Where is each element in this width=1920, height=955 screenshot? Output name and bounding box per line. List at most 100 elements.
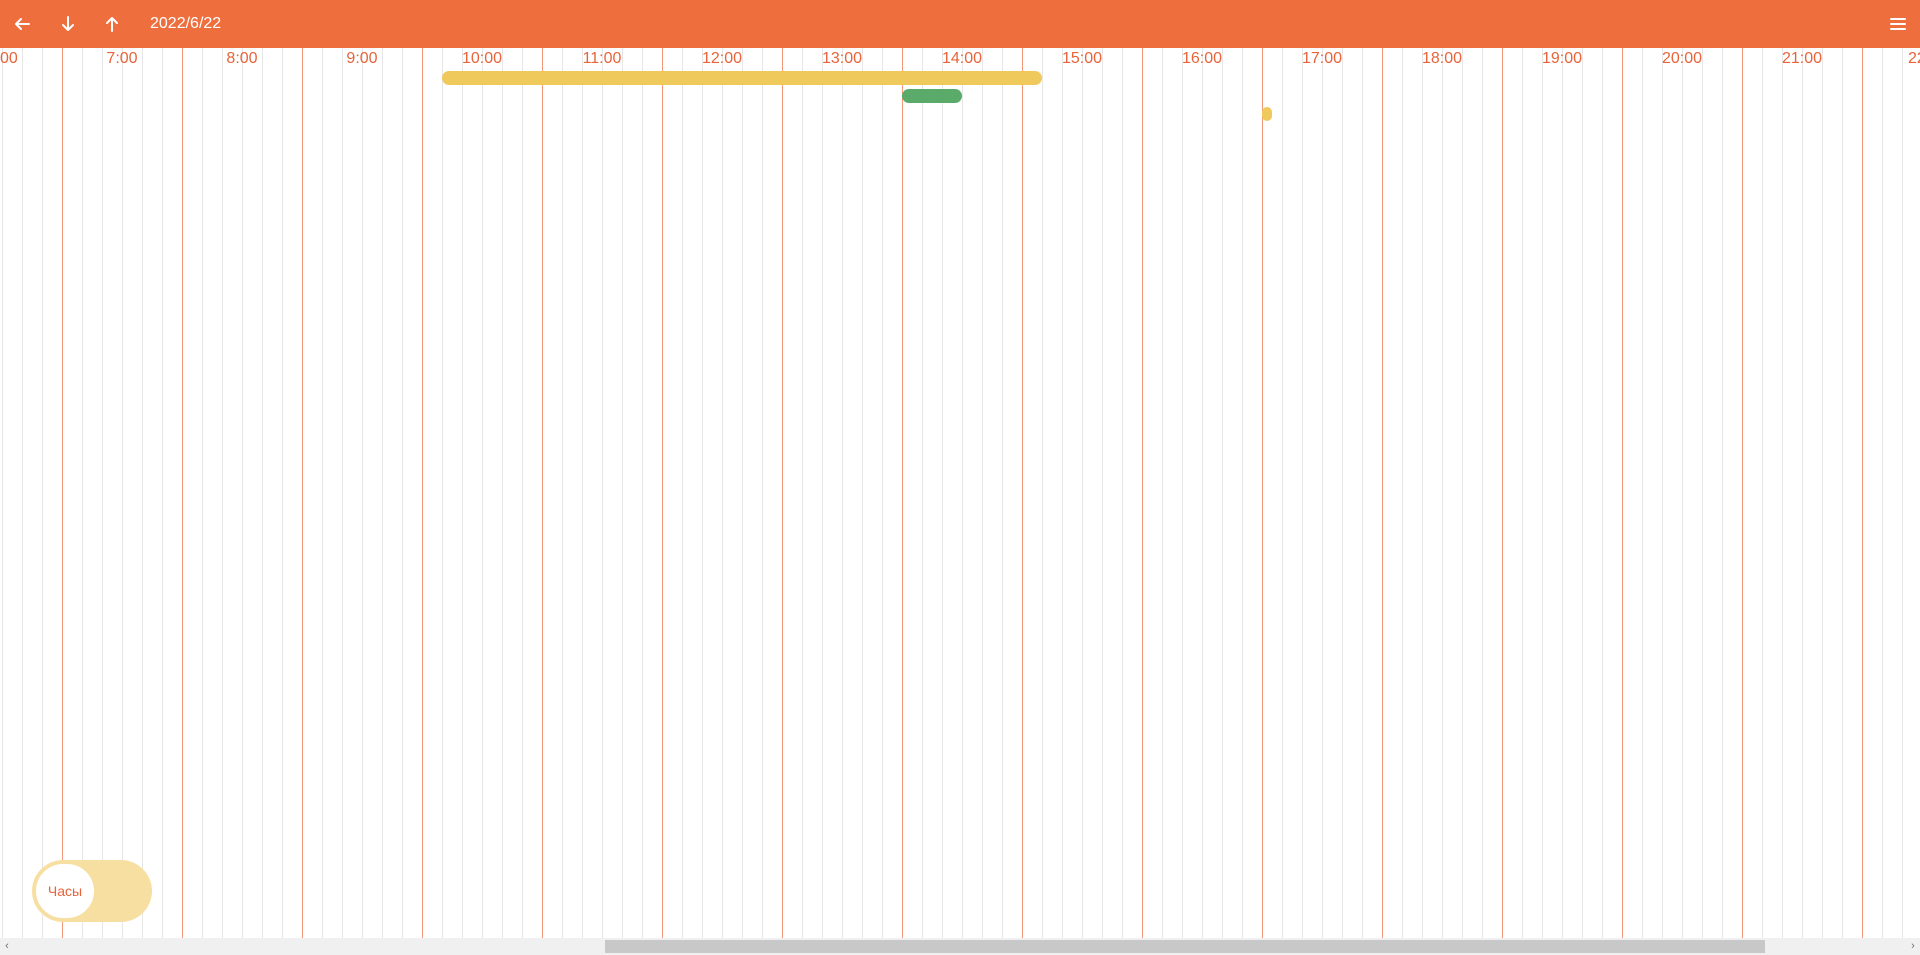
grid-line-minor <box>162 48 163 938</box>
grid-line-minor <box>1362 48 1363 938</box>
grid-line-half-hour <box>62 48 63 938</box>
grid-line-minor <box>1202 48 1203 938</box>
hamburger-menu-icon <box>1890 18 1906 30</box>
arrow-up-icon <box>106 17 118 32</box>
grid-line-half-hour <box>662 48 663 938</box>
grid-line-minor <box>382 48 383 938</box>
grid-line-minor <box>1762 48 1763 938</box>
grid-line-half-hour <box>1262 48 1263 938</box>
grid-line-minor <box>202 48 203 938</box>
grid-line-minor <box>1322 48 1323 938</box>
grid-line-minor <box>1122 48 1123 938</box>
grid-line-minor <box>1602 48 1603 938</box>
grid-line-minor <box>1582 48 1583 938</box>
scroll-left-arrow[interactable]: ‹ <box>0 938 14 955</box>
grid-line-minor <box>262 48 263 938</box>
current-date[interactable]: 2022/6/22 <box>150 14 221 34</box>
grid-line-minor <box>1822 48 1823 938</box>
grid-line-half-hour <box>182 48 183 938</box>
grid-line-minor <box>142 48 143 938</box>
scroll-right-arrow[interactable]: › <box>1906 938 1920 955</box>
grid-line-minor <box>1042 48 1043 938</box>
grid-line-minor <box>702 48 703 938</box>
arrow-left-icon <box>15 18 30 30</box>
grid-line-half-hour <box>1142 48 1143 938</box>
event-bar[interactable] <box>1262 107 1272 121</box>
clock-toggle-label: Часы <box>34 862 96 920</box>
event-bar[interactable] <box>902 89 962 103</box>
grid-line-minor <box>122 48 123 938</box>
timeline-grid[interactable]: 00 7:00 8:00 9:00 10:00 11:00 12:00 13:00 14:00 1… <box>0 48 1920 938</box>
grid-line-minor <box>942 48 943 938</box>
grid-line-minor <box>462 48 463 938</box>
grid-line-minor <box>842 48 843 938</box>
grid-line-minor <box>402 48 403 938</box>
hour-label: 12:00 <box>701 50 743 67</box>
back-button[interactable] <box>0 0 44 48</box>
grid-line-minor <box>1882 48 1883 938</box>
hour-label: 10:00 <box>461 50 503 67</box>
hour-label: 17:00 <box>1301 50 1343 67</box>
hour-label: 21:00 <box>1781 50 1823 67</box>
grid-line-minor <box>222 48 223 938</box>
hour-label: 8:00 <box>226 50 258 67</box>
grid-line-minor <box>562 48 563 938</box>
arrow-down-icon <box>62 16 74 31</box>
grid-line-minor <box>1422 48 1423 938</box>
grid-line-minor <box>642 48 643 938</box>
grid-line-minor <box>822 48 823 938</box>
grid-line-minor <box>1082 48 1083 938</box>
grid-line-minor <box>1222 48 1223 938</box>
scrollbar-thumb[interactable] <box>605 940 1765 953</box>
grid-line-minor <box>1682 48 1683 938</box>
grid-line-minor <box>602 48 603 938</box>
hour-label: 00 <box>0 50 18 67</box>
hour-label: 16:00 <box>1181 50 1223 67</box>
grid-line-minor <box>1402 48 1403 938</box>
grid-line-minor <box>1902 48 1903 938</box>
clock-toggle[interactable]: Часы <box>32 860 152 922</box>
grid-line-minor <box>1702 48 1703 938</box>
grid-line-minor <box>882 48 883 938</box>
horizontal-scrollbar[interactable]: ‹ › <box>0 938 1920 955</box>
grid-line-minor <box>102 48 103 938</box>
grid-line-half-hour <box>1382 48 1383 938</box>
hour-label: 7:00 <box>106 50 138 67</box>
grid-line-half-hour <box>422 48 423 938</box>
grid-line-minor <box>362 48 363 938</box>
grid-line-minor <box>2 48 3 938</box>
grid-line-half-hour <box>1502 48 1503 938</box>
grid-line-minor <box>1722 48 1723 938</box>
grid-line-half-hour <box>542 48 543 938</box>
menu-button[interactable] <box>1876 0 1920 48</box>
hour-label: 11:00 <box>582 50 622 67</box>
grid-line-minor <box>1442 48 1443 938</box>
grid-line-minor <box>682 48 683 938</box>
grid-line-half-hour <box>1622 48 1623 938</box>
grid-line-minor <box>862 48 863 938</box>
grid-line-minor <box>482 48 483 938</box>
grid-line-minor <box>1002 48 1003 938</box>
grid-line-minor <box>1802 48 1803 938</box>
grid-line-minor <box>322 48 323 938</box>
grid-line-minor <box>282 48 283 938</box>
grid-line-minor <box>1162 48 1163 938</box>
scroll-down-button[interactable] <box>46 0 90 48</box>
grid-line-minor <box>802 48 803 938</box>
grid-line-minor <box>1302 48 1303 938</box>
hour-label: 14:00 <box>941 50 983 67</box>
grid-line-half-hour <box>1742 48 1743 938</box>
grid-line-minor <box>1522 48 1523 938</box>
grid-line-minor <box>522 48 523 938</box>
grid-line-minor <box>1662 48 1663 938</box>
grid-line-minor <box>42 48 43 938</box>
grid-line-minor <box>1642 48 1643 938</box>
scroll-up-button[interactable] <box>90 0 134 48</box>
hour-label: 13:00 <box>821 50 863 67</box>
event-bar[interactable] <box>442 71 1042 85</box>
grid-line-minor <box>1782 48 1783 938</box>
grid-line-minor <box>1102 48 1103 938</box>
grid-line-minor <box>1562 48 1563 938</box>
grid-line-minor <box>1062 48 1063 938</box>
grid-line-minor <box>922 48 923 938</box>
